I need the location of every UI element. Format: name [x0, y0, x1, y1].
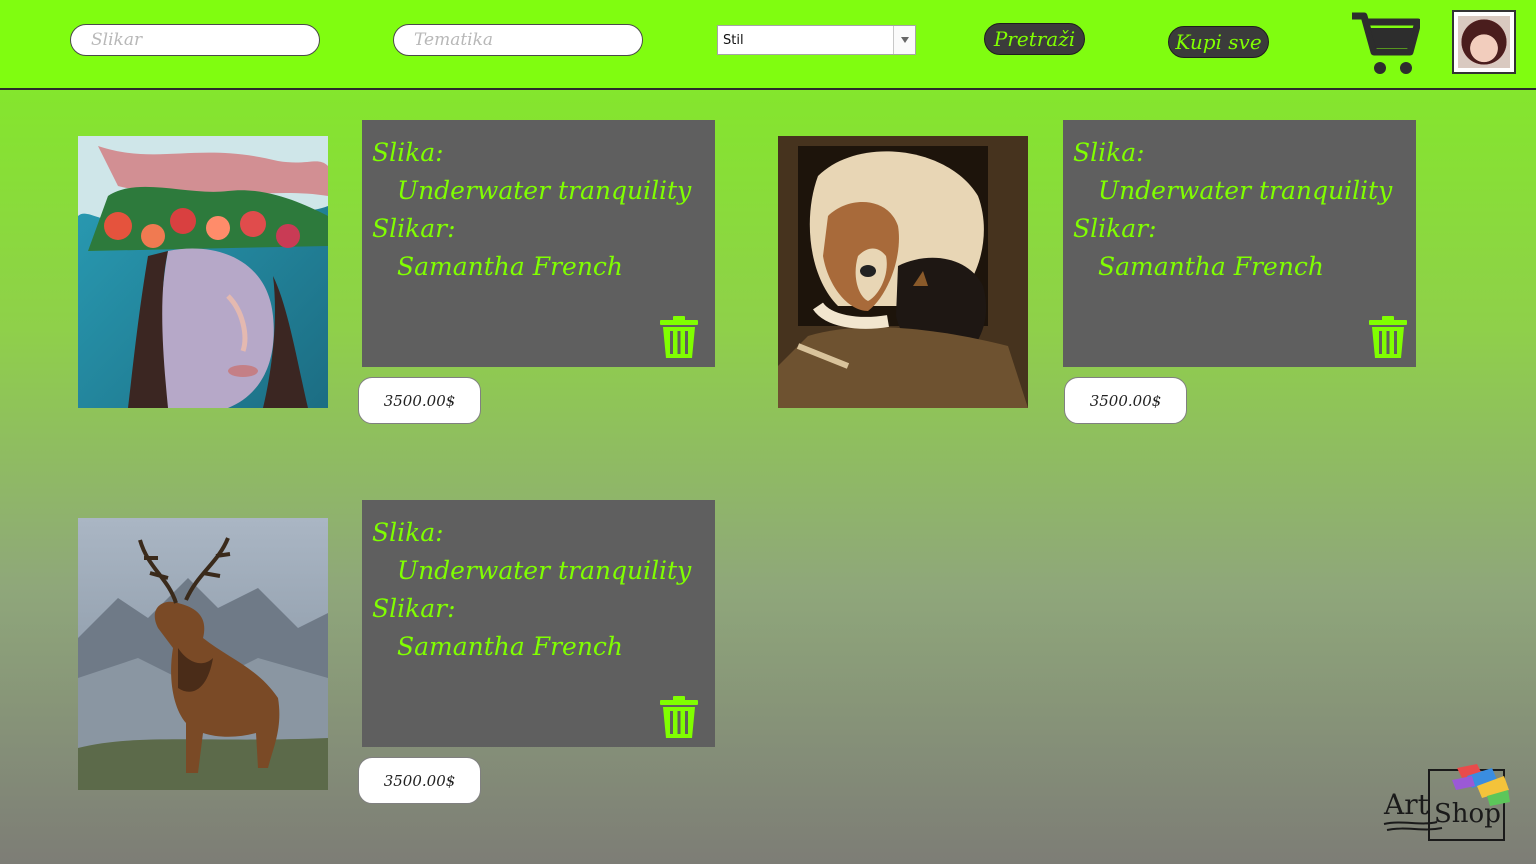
buy-all-button[interactable]: Kupi sve	[1168, 26, 1269, 58]
chevron-down-icon[interactable]	[893, 26, 915, 54]
painter-name: Samantha French	[397, 632, 624, 661]
painter-name: Samantha French	[1098, 252, 1325, 281]
painter-name: Samantha French	[397, 252, 624, 281]
trash-icon[interactable]	[659, 316, 699, 358]
style-select-value: Stil	[723, 33, 744, 48]
painter-label: Slikar:	[372, 594, 456, 623]
top-bar: Stil Pretraži Kupi sve	[0, 0, 1536, 90]
painting-info-card: Slika: Underwater tranquility Slikar: Sa…	[362, 500, 715, 747]
logo-text-art: Art	[1383, 788, 1430, 821]
painter-label: Slikar:	[1073, 214, 1157, 243]
painting-image-stag[interactable]	[78, 518, 328, 790]
painting-title: Underwater tranquility	[397, 556, 692, 585]
style-select[interactable]: Stil	[717, 25, 916, 55]
user-avatar[interactable]	[1452, 10, 1516, 74]
price-tag: 3500.00$	[358, 757, 481, 804]
painting-label: Slika:	[372, 138, 444, 167]
trash-icon[interactable]	[1368, 316, 1408, 358]
painting-image-dogs[interactable]	[778, 136, 1028, 408]
theme-search-input[interactable]	[393, 24, 643, 56]
cart-icon[interactable]	[1348, 8, 1422, 78]
painting-info-card: Slika: Underwater tranquility Slikar: Sa…	[362, 120, 715, 367]
search-button[interactable]: Pretraži	[984, 23, 1085, 55]
painting-label: Slika:	[1073, 138, 1145, 167]
painting-image-woman[interactable]	[78, 136, 328, 408]
painter-label: Slikar:	[372, 214, 456, 243]
art-shop-logo: Art Shop	[1382, 762, 1512, 844]
trash-icon[interactable]	[659, 696, 699, 738]
price-tag: 3500.00$	[1064, 377, 1187, 424]
price-tag: 3500.00$	[358, 377, 481, 424]
logo-text-shop: Shop	[1434, 799, 1501, 829]
painting-title: Underwater tranquility	[397, 176, 692, 205]
painting-label: Slika:	[372, 518, 444, 547]
avatar-photo	[1458, 16, 1510, 68]
painter-search-input[interactable]	[70, 24, 320, 56]
painting-info-card: Slika: Underwater tranquility Slikar: Sa…	[1063, 120, 1416, 367]
painting-title: Underwater tranquility	[1098, 176, 1393, 205]
